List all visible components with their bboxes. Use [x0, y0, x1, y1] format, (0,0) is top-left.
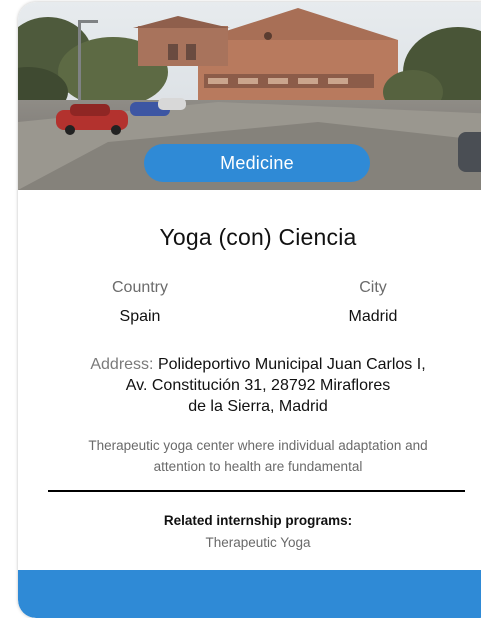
section-divider — [48, 490, 465, 492]
country-label: Country — [111, 279, 169, 296]
description-line-1: Therapeutic yoga center where individual… — [88, 438, 428, 453]
internship-center-card: Medicine Yoga (con) Ciencia Country Spai… — [18, 2, 481, 618]
address-line-1: Polideportivo Municipal Juan Carlos I, — [157, 356, 426, 373]
address-line-3: de la Sierra, Madrid — [188, 398, 328, 415]
center-description: Therapeutic yoga center where individual… — [48, 435, 468, 477]
city-field: City Madrid — [273, 278, 473, 327]
description-line-2: attention to health are fundamental — [153, 459, 363, 474]
address-label: Address: — [90, 356, 154, 373]
related-program-link[interactable]: Therapeutic Yoga — [18, 535, 481, 550]
country-field: Country Spain — [40, 278, 240, 327]
card-footer-bar[interactable] — [18, 570, 481, 618]
related-programs-heading: Related internship programs: — [163, 513, 353, 528]
city-label: City — [359, 279, 387, 296]
address-block: Address: Polideportivo Municipal Juan Ca… — [58, 354, 458, 417]
center-title: Yoga (con) Ciencia — [159, 224, 357, 250]
category-badge: Medicine — [144, 144, 370, 182]
country-value: Spain — [119, 308, 161, 325]
city-value: Madrid — [348, 308, 398, 325]
address-line-2: Av. Constitución 31, 28792 Miraflores — [125, 377, 391, 394]
